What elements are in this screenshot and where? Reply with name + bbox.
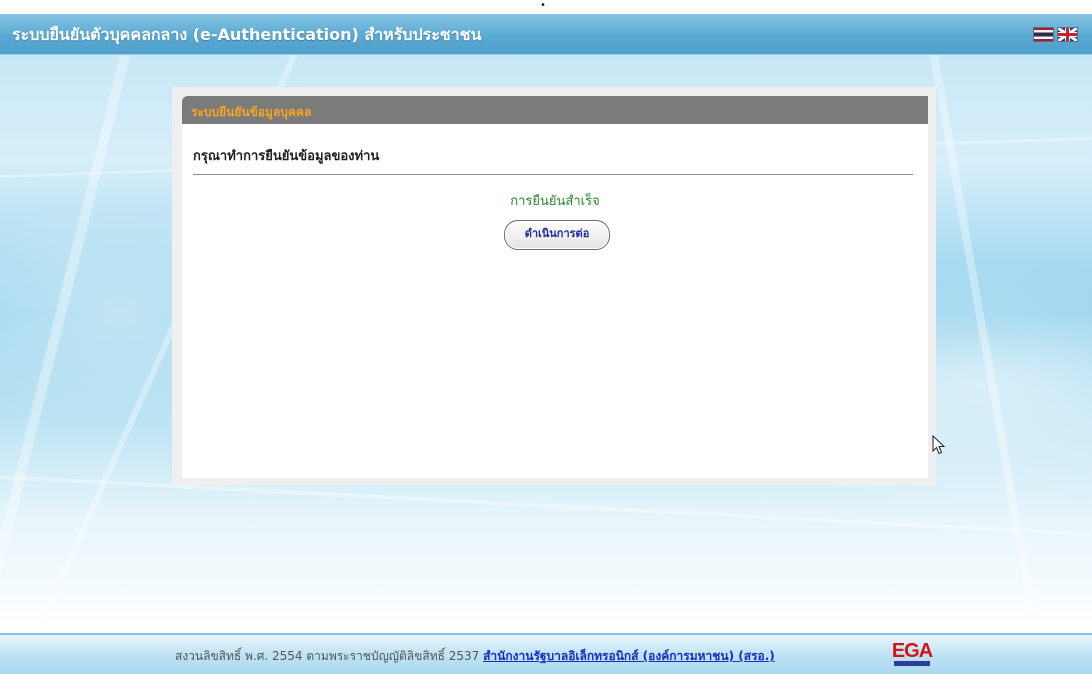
mouse-cursor-icon bbox=[932, 435, 946, 455]
status-message: การยืนยันสำเร็จ bbox=[510, 194, 600, 209]
page-footer: สงวนลิขสิทธิ์ พ.ศ. 2554 ตามพระราชบัญญัติ… bbox=[0, 633, 1092, 674]
page-header: ระบบยืนยันตัวบุคคลกลาง (e-Authentication… bbox=[0, 14, 1092, 55]
thai-flag-icon[interactable] bbox=[1033, 27, 1054, 42]
copyright-text: สงวนลิขสิทธิ์ พ.ศ. 2554 ตามพระราชบัญญัติ… bbox=[175, 649, 480, 663]
panel-header-label: ระบบยืนยันข้อมูลบุคคล bbox=[191, 105, 312, 119]
page-title: ระบบยืนยันตัวบุคคลกลาง (e-Authentication… bbox=[12, 25, 482, 44]
ega-logo-bar bbox=[894, 661, 930, 666]
continue-button[interactable]: ดำเนินการต่อ bbox=[504, 220, 610, 250]
panel-body: กรุณาทำการยืนยันข้อมูลของท่าน การยืนยันส… bbox=[182, 124, 928, 478]
ega-logo-text: EGA bbox=[891, 640, 933, 662]
verification-panel: ระบบยืนยันข้อมูลบุคคล กรุณาทำการยืนยันข้… bbox=[172, 87, 936, 485]
footer-text: สงวนลิขสิทธิ์ พ.ศ. 2554 ตามพระราชบัญญัติ… bbox=[175, 647, 775, 666]
org-link[interactable]: สำนักงานรัฐบาลอิเล็กทรอนิกส์ (องค์การมหา… bbox=[483, 649, 775, 663]
top-strip: • bbox=[0, 0, 1092, 14]
panel-header: ระบบยืนยันข้อมูลบุคคล bbox=[182, 96, 928, 124]
section-title: กรุณาทำการยืนยันข้อมูลของท่าน bbox=[193, 149, 380, 164]
divider bbox=[193, 174, 913, 175]
ega-logo[interactable]: EGA bbox=[888, 641, 936, 667]
language-switcher bbox=[1033, 27, 1078, 42]
small-icon: • bbox=[540, 0, 546, 11]
uk-flag-icon[interactable] bbox=[1057, 27, 1078, 42]
